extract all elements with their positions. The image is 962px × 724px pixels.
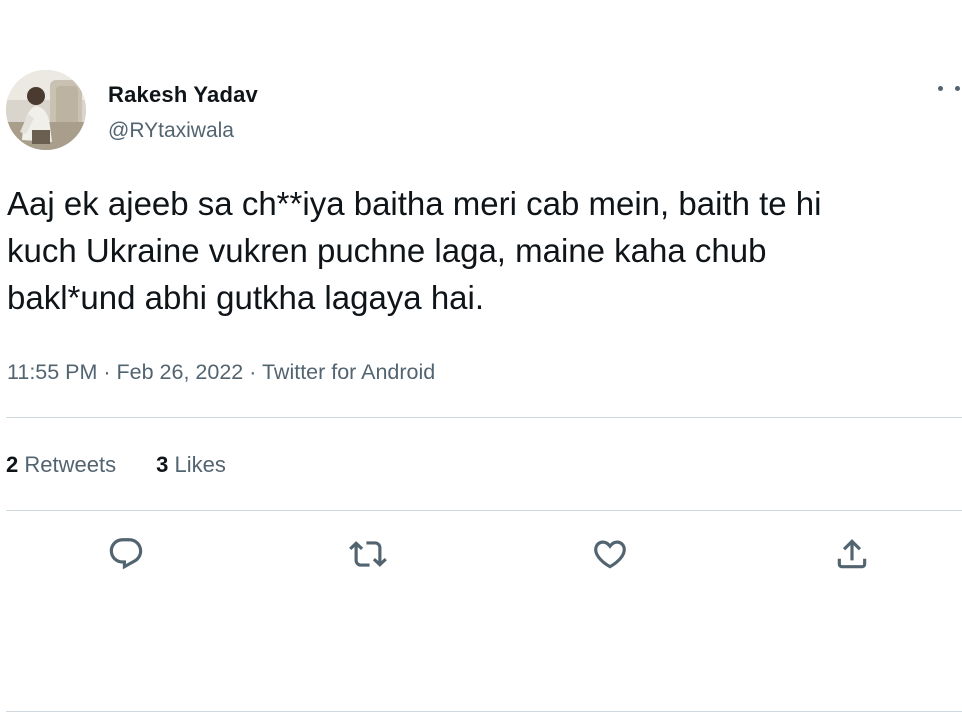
- more-options-icon[interactable]: [938, 78, 960, 98]
- tweet-text-line: kuch Ukraine vukren puchne laga, maine k…: [7, 232, 767, 269]
- retweets-stat[interactable]: 2 Retweets: [6, 452, 116, 478]
- tweet-text-line: bakl*und abhi gutkha lagaya hai.: [7, 279, 485, 316]
- like-button[interactable]: [590, 534, 630, 574]
- divider: [6, 417, 962, 418]
- avatar[interactable]: [6, 70, 86, 150]
- tweet-text-line: Aaj ek ajeeb sa ch**iya baitha meri cab …: [7, 185, 822, 222]
- share-button[interactable]: [832, 534, 872, 574]
- retweet-icon: [349, 541, 387, 567]
- author-handle[interactable]: @RYtaxiwala: [108, 119, 234, 143]
- divider: [6, 711, 962, 712]
- share-icon: [837, 539, 867, 569]
- reply-icon: [109, 538, 143, 570]
- reply-button[interactable]: [106, 534, 146, 574]
- tweet-text: Aaj ek ajeeb sa ch**iya baitha meri cab …: [7, 180, 957, 321]
- tweet-meta[interactable]: 11:55 PM · Feb 26, 2022 · Twitter for An…: [7, 360, 435, 385]
- retweets-count: 2: [6, 452, 19, 477]
- retweets-label: Retweets: [24, 452, 117, 477]
- avatar-photo: [6, 70, 86, 150]
- author-name[interactable]: Rakesh Yadav: [108, 82, 258, 108]
- likes-count: 3: [156, 452, 169, 477]
- divider: [6, 510, 962, 511]
- likes-label: Likes: [174, 452, 226, 477]
- retweet-button[interactable]: [348, 534, 388, 574]
- likes-stat[interactable]: 3 Likes: [156, 452, 226, 478]
- tweet-card: Rakesh Yadav @RYtaxiwala Aaj ek ajeeb sa…: [0, 0, 962, 724]
- action-bar: [0, 534, 962, 574]
- tweet-stats: 2 Retweets 3 Likes: [6, 452, 266, 478]
- heart-icon: [594, 540, 626, 569]
